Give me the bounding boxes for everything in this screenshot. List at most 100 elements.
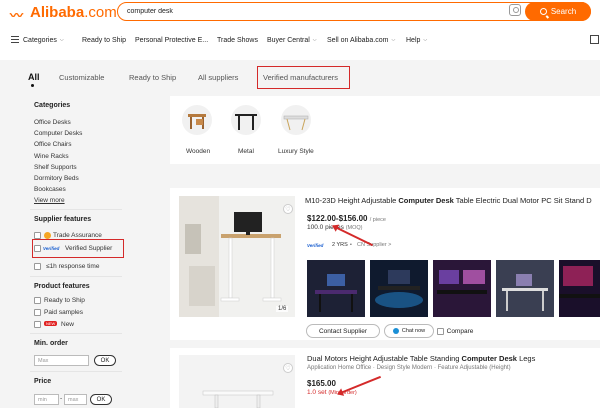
tab-all-suppliers[interactable]: All suppliers xyxy=(198,73,238,82)
menu-icon[interactable] xyxy=(11,36,19,43)
ready-to-ship-checkbox[interactable] xyxy=(34,297,41,304)
metal-category-label[interactable]: Metal xyxy=(238,148,254,155)
search-icon xyxy=(539,8,547,15)
min-order-title: Min. order xyxy=(34,340,68,347)
price-title: Price xyxy=(34,378,52,385)
product-1-thumbnail-5[interactable] xyxy=(559,260,600,317)
verified-supplier-highlight xyxy=(32,239,124,258)
product-2-image[interactable] xyxy=(179,355,295,408)
divider xyxy=(30,209,122,210)
standing-desk-image xyxy=(179,196,295,317)
product-1-image[interactable] xyxy=(179,196,295,317)
nav-ready-to-ship[interactable]: Ready to Ship xyxy=(82,33,126,47)
camera-icon[interactable] xyxy=(509,4,521,16)
luxury-desk-icon xyxy=(283,115,309,131)
new-checkbox[interactable] xyxy=(34,321,41,328)
favorite-heart-icon[interactable]: ♡ xyxy=(283,363,293,373)
trade-assurance-icon xyxy=(44,232,51,239)
purple-setup-thumbnail xyxy=(433,260,491,317)
category-computer-desks[interactable]: Computer Desks xyxy=(34,130,82,137)
view-more-link[interactable]: View more xyxy=(34,197,65,204)
nav-personal-protective[interactable]: Personal Protective E... xyxy=(135,33,208,47)
nav-sell-on-alibaba[interactable]: Sell on Alibaba.com ⌵ xyxy=(327,33,395,47)
apps-icon[interactable] xyxy=(590,35,599,44)
image-counter: 1/6 xyxy=(276,306,289,312)
category-dormitory-beds[interactable]: Dormitory Beds xyxy=(34,175,79,182)
luxury-style-category-image[interactable] xyxy=(281,105,311,135)
alibaba-logo[interactable]: Alibaba.com xyxy=(30,4,117,21)
chevron-down-icon: ⌵ xyxy=(391,37,396,43)
chevron-down-icon: ⌵ xyxy=(59,37,64,43)
product-features-title: Product features xyxy=(34,283,90,290)
product-1-thumbnail-3[interactable] xyxy=(433,260,491,317)
chat-icon xyxy=(392,328,399,334)
desk-room-thumbnail xyxy=(496,260,554,317)
product-1-verified-badge: Verified xyxy=(307,243,324,248)
wooden-desk-icon xyxy=(188,114,206,129)
min-order-ok-button[interactable]: OK xyxy=(94,355,116,366)
neon-setup-thumbnail xyxy=(559,260,600,317)
max-order-input[interactable]: Max xyxy=(34,355,89,366)
product-1-thumbnail-2[interactable] xyxy=(370,260,428,317)
price-dash: - xyxy=(60,395,63,402)
product-1-thumbnail-1[interactable] xyxy=(307,260,365,317)
metal-category-image[interactable] xyxy=(231,105,261,135)
compare-button[interactable]: Compare xyxy=(428,324,482,338)
response-time-label[interactable]: ≤1h response time xyxy=(46,263,99,270)
paid-samples-label[interactable]: Paid samples xyxy=(44,309,83,316)
category-bookcases[interactable]: Bookcases xyxy=(34,186,66,193)
desk-frame-image xyxy=(179,355,295,408)
metal-desk-icon xyxy=(235,114,257,130)
rgb-desk-thumbnail xyxy=(370,260,428,317)
category-office-desks[interactable]: Office Desks xyxy=(34,119,71,126)
wooden-category-image[interactable] xyxy=(182,105,212,135)
price-ok-button[interactable]: OK xyxy=(90,394,112,405)
contact-supplier-button[interactable]: Contact Supplier xyxy=(306,324,380,338)
product-1-years: 2 YRS xyxy=(332,242,348,248)
nav-categories[interactable]: Categories ⌵ xyxy=(23,33,64,47)
ready-to-ship-label[interactable]: Ready to Ship xyxy=(44,297,85,304)
tab-ready-to-ship[interactable]: Ready to Ship xyxy=(129,73,176,82)
nav-buyer-central[interactable]: Buyer Central ⌵ xyxy=(267,33,317,47)
divider xyxy=(30,371,122,372)
supplier-features-title: Supplier features xyxy=(34,216,92,223)
max-price-input[interactable]: max xyxy=(64,394,87,405)
product-1-thumbnail-4[interactable] xyxy=(496,260,554,317)
alibaba-logo-icon[interactable]: 〰 xyxy=(10,5,23,24)
search-input[interactable] xyxy=(127,4,497,19)
nav-help[interactable]: Help ⌵ xyxy=(406,33,427,47)
nav-trade-shows[interactable]: Trade Shows xyxy=(217,33,258,47)
product-2-attributes: Application Home Office · Design Style M… xyxy=(307,365,511,371)
trade-assurance-checkbox[interactable] xyxy=(34,232,41,239)
divider xyxy=(30,276,122,277)
tab-all[interactable]: All xyxy=(28,72,40,82)
tab-customizable[interactable]: Customizable xyxy=(59,73,104,82)
gaming-desk-thumbnail xyxy=(307,260,365,317)
luxury-style-category-label[interactable]: Luxury Style xyxy=(278,148,314,155)
cn-supplier-flag-icon: ▪ xyxy=(350,242,352,248)
new-badge: NEW xyxy=(44,321,58,326)
product-2-price: $165.00 xyxy=(307,379,336,388)
category-wine-racks[interactable]: Wine Racks xyxy=(34,153,69,160)
search-button[interactable]: Search xyxy=(525,2,591,21)
divider xyxy=(30,333,122,334)
min-price-input[interactable]: min xyxy=(34,394,59,405)
product-1-price: $122.00-$156.00 / piece xyxy=(307,214,386,223)
category-office-chairs[interactable]: Office Chairs xyxy=(34,141,71,148)
favorite-heart-icon[interactable]: ♡ xyxy=(283,204,293,214)
chevron-down-icon: ⌵ xyxy=(423,37,428,43)
category-shelf-supports[interactable]: Shelf Supports xyxy=(34,164,77,171)
chevron-down-icon: ⌵ xyxy=(312,37,317,43)
wooden-category-label[interactable]: Wooden xyxy=(186,148,210,155)
paid-samples-checkbox[interactable] xyxy=(34,309,41,316)
response-time-checkbox[interactable] xyxy=(34,263,41,270)
new-label[interactable]: New xyxy=(61,321,74,328)
active-tab-indicator xyxy=(31,84,34,87)
chat-now-button[interactable]: Chat now xyxy=(384,324,434,338)
product-2-title[interactable]: Dual Motors Height Adjustable Table Stan… xyxy=(307,354,535,363)
compare-checkbox[interactable] xyxy=(436,327,444,335)
verified-manufacturers-highlight xyxy=(257,66,350,89)
product-1-supplier-link[interactable]: CN Supplier > xyxy=(357,242,391,248)
product-1-title[interactable]: M10-23D Height Adjustable Computer Desk … xyxy=(305,196,600,205)
trade-assurance-label[interactable]: Trade Assurance xyxy=(53,232,102,239)
